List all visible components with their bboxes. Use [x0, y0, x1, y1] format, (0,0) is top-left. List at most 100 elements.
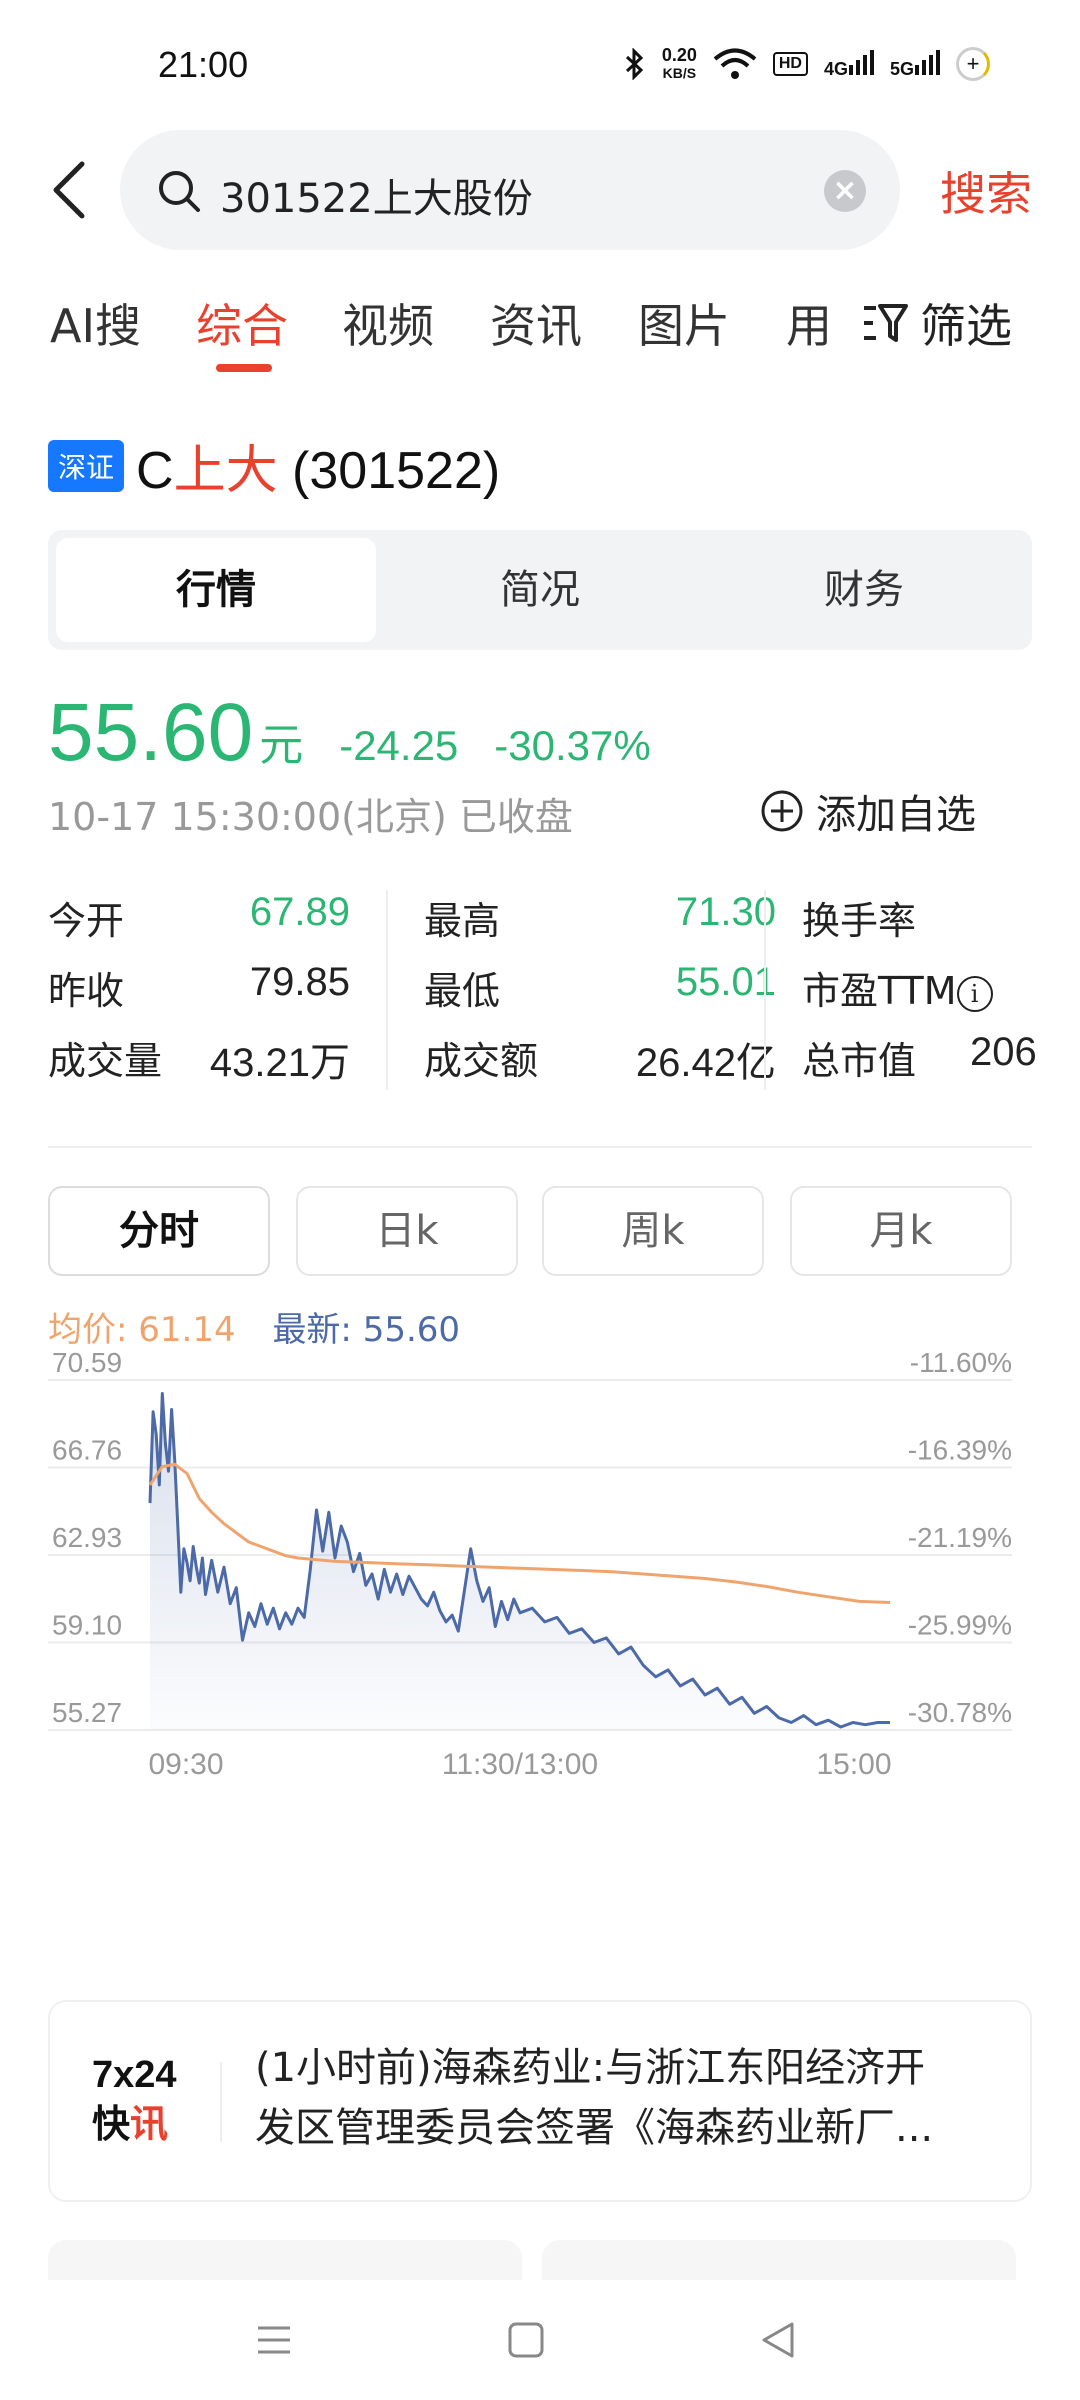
net-speed-value: 0.20 — [661, 45, 697, 65]
y-tick-left: 62.93 — [52, 1522, 122, 1553]
stock-name: C上大 (301522) — [136, 428, 500, 503]
stock-code: (301522) — [277, 442, 501, 500]
add-watchlist-button[interactable]: 添加自选 — [760, 782, 976, 840]
filter-icon — [864, 304, 908, 342]
result-tabs: AI搜 综合 视频 资讯 图片 用 筛选 — [0, 280, 1080, 380]
chart-series — [148, 1392, 891, 1730]
stat-value: 26.42亿 — [635, 1041, 776, 1085]
logo-bottom: 快讯 — [92, 2100, 222, 2150]
back-icon[interactable] — [50, 160, 90, 220]
intraday-chart[interactable]: 70.59 -11.60% 66.76 -16.39% 62.93 -21.19% 59.1… — [0, 1350, 1080, 1970]
stat-amount: 成交额 26.42亿 — [424, 1030, 776, 1100]
tab-more[interactable]: 用 — [786, 290, 832, 356]
quote-stats: 今开 67.89 最高 71.30 换手率 昨收 79.85 最低 55.01 市盈TT… — [48, 880, 1080, 1100]
tab-all[interactable]: 综合 — [196, 290, 288, 356]
signal-icon — [848, 49, 874, 75]
legend-avg: 均价: 61.14 — [48, 1310, 236, 1350]
segment-financials[interactable]: 财务 — [704, 538, 1024, 642]
clear-icon[interactable]: × — [824, 170, 866, 212]
y-tick-right: -30.78% — [908, 1697, 1012, 1728]
search-input[interactable]: 301522上大股份 × — [120, 130, 900, 250]
bluetooth-icon — [625, 48, 643, 80]
stat-market-cap: 总市值 206 — [802, 1030, 1080, 1100]
stat-volume: 成交量 43.21万 — [48, 1030, 350, 1100]
stat-label: 换手率 — [802, 899, 917, 943]
home-icon[interactable] — [496, 2310, 556, 2370]
quote-timestamp: 10-17 15:30:00(北京) 已收盘 — [48, 795, 573, 839]
system-nav-bar — [0, 2280, 1080, 2400]
period-intraday[interactable]: 分时 — [48, 1186, 270, 1276]
search-row: 301522上大股份 × 搜索 — [0, 120, 1080, 260]
news-headline-line: (1小时前)海森药业:与浙江东阳经济开 — [255, 2045, 926, 2091]
y-tick-right: -11.60% — [910, 1350, 1012, 1378]
news-flash-card[interactable]: 7x24 快讯 (1小时前)海森药业:与浙江东阳经济开 发区管理委员会签署《海森… — [48, 2000, 1032, 2202]
stat-label-text: 市盈TTM — [802, 969, 957, 1013]
info-icon[interactable]: i — [956, 975, 993, 1012]
tab-video[interactable]: 视频 — [342, 290, 434, 356]
period-weekly[interactable]: 周k — [542, 1186, 764, 1276]
segment-quote[interactable]: 行情 — [56, 538, 376, 642]
add-watchlist-label: 添加自选 — [816, 792, 976, 838]
stock-title[interactable]: 深证 C上大 (301522) — [48, 428, 500, 503]
y-tick-left: 55.27 — [52, 1697, 122, 1728]
plus-circle-icon — [761, 790, 803, 832]
price-area — [150, 1393, 890, 1730]
y-tick-right: -25.99% — [908, 1610, 1012, 1641]
stat-label: 今开 — [48, 899, 125, 943]
news-headline[interactable]: (1小时前)海森药业:与浙江东阳经济开 发区管理委员会签署《海森药业新厂... — [255, 2038, 1015, 2158]
net-speed: 0.20 KB/S — [662, 46, 697, 82]
stat-label: 市盈TTM i — [802, 960, 993, 1015]
next-card-partial — [48, 2240, 522, 2280]
stat-value: 206 — [970, 1030, 1037, 1074]
legend-last-value: 55.60 — [362, 1310, 461, 1350]
stat-label: 总市值 — [802, 1039, 917, 1083]
menu-icon[interactable] — [244, 2310, 304, 2370]
filter-button[interactable]: 筛选 — [850, 290, 1012, 356]
price-change: -24.25 — [339, 722, 459, 769]
stat-label: 最高 — [424, 899, 501, 943]
legend-last-label: 最新: — [272, 1310, 352, 1350]
x-tick: 11:30/13:00 — [442, 1748, 598, 1781]
x-tick: 09:30 — [148, 1748, 223, 1781]
stat-value: 71.30 — [675, 890, 776, 934]
signal-4g-label: 4G — [823, 58, 848, 79]
period-daily[interactable]: 日k — [296, 1186, 518, 1276]
stat-label: 昨收 — [48, 969, 125, 1013]
stat-value: 67.89 — [249, 890, 350, 934]
logo-bottom-a: 快 — [92, 2104, 131, 2146]
stat-value: 79.85 — [249, 960, 350, 1004]
price-change-pct: -30.37% — [494, 722, 651, 769]
signal-4g: 4G — [824, 49, 874, 80]
y-tick-left: 70.59 — [52, 1350, 122, 1378]
avg-price-line — [148, 1462, 891, 1604]
tab-ai-search[interactable]: AI搜 — [50, 290, 141, 356]
stat-prev-close: 昨收 79.85 — [48, 960, 350, 1030]
search-query: 301522上大股份 — [220, 176, 533, 222]
news-flash-logo: 7x24 快讯 — [92, 2050, 222, 2150]
info-segment: 行情 简况 财务 — [48, 530, 1032, 650]
logo-top: 7x24 — [92, 2054, 177, 2096]
battery-icon: + — [956, 47, 990, 81]
y-tick-left: 59.10 — [52, 1610, 122, 1641]
stat-pe-ttm[interactable]: 市盈TTM i — [802, 960, 1080, 1030]
section-divider — [48, 1146, 1032, 1148]
stock-name-highlight: 上大 — [173, 442, 278, 500]
tab-images[interactable]: 图片 — [638, 290, 730, 356]
stat-label: 成交额 — [424, 1039, 539, 1083]
stats-divider — [764, 890, 766, 1090]
net-speed-unit: KB/S — [662, 65, 697, 81]
back-nav-icon[interactable] — [748, 2310, 808, 2370]
stat-value: 55.01 — [675, 960, 776, 1004]
status-bar: 21:00 0.20 KB/S HD 4G 5G + — [0, 0, 1080, 120]
hd-badge: HD — [772, 52, 808, 76]
segment-profile[interactable]: 简况 — [380, 538, 700, 642]
legend-avg-value: 61.14 — [138, 1310, 236, 1350]
search-button[interactable]: 搜索 — [940, 158, 1032, 224]
period-monthly[interactable]: 月k — [790, 1186, 1012, 1276]
tab-news[interactable]: 资讯 — [490, 290, 582, 356]
stat-high: 最高 71.30 — [424, 890, 776, 960]
search-icon — [159, 171, 200, 212]
y-tick-right: -16.39% — [908, 1435, 1012, 1466]
chart-legend: 均价: 61.14 最新: 55.60 — [48, 1302, 460, 1351]
stat-turnover-rate: 换手率 — [802, 890, 1080, 960]
